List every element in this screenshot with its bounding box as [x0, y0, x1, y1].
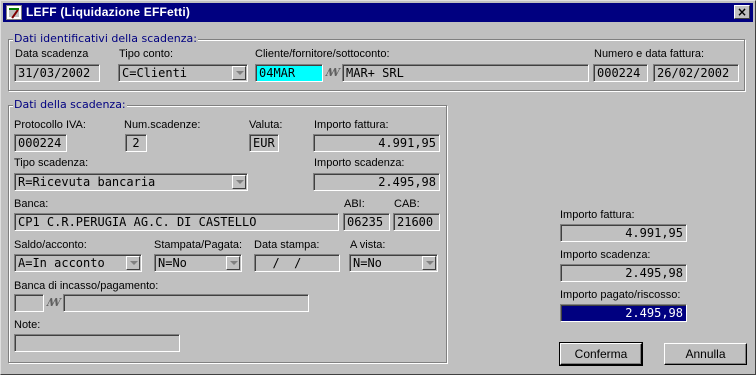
banca-incasso-code-field[interactable] [14, 294, 44, 312]
abi-field[interactable]: 06235 [343, 213, 390, 231]
data-stampa-field[interactable]: / / [254, 254, 340, 272]
banca-label: Banca: [14, 198, 49, 210]
group-identificativi-legend: Dati identificativi della scadenza: [13, 32, 198, 45]
summary-importo-scadenza-label: Importo scadenza: [560, 249, 651, 261]
data-scadenza-label: Data scadenza [15, 48, 89, 60]
window-title: LEFF (Liquidazione EFFetti) [26, 5, 191, 19]
a-vista-value: N=No [353, 256, 382, 270]
note-label: Note: [14, 319, 41, 331]
importo-fattura-label: Importo fattura: [314, 119, 389, 131]
lookup-icon[interactable]: ꟿ [325, 65, 341, 81]
cliente-code-field[interactable]: 04MAR [255, 64, 323, 82]
tipo-conto-value: C=Clienti [122, 66, 188, 80]
saldo-acconto-value: A=In acconto [18, 256, 105, 270]
abi-label: ABI: [344, 198, 365, 210]
saldo-acconto-label: Saldo/acconto: [14, 239, 87, 251]
annulla-button[interactable]: Annulla [664, 343, 747, 365]
conferma-button[interactable]: Conferma [559, 342, 643, 366]
chevron-down-icon[interactable] [126, 256, 140, 270]
close-icon[interactable]: × [734, 5, 750, 19]
importo-fattura-field[interactable]: 4.991,95 [313, 134, 440, 152]
cab-field[interactable]: 21600 [393, 213, 440, 231]
data-scadenza-field[interactable]: 31/03/2002 [14, 64, 100, 82]
title-bar[interactable]: LEFF (Liquidazione EFFetti) × [3, 3, 753, 22]
chevron-down-icon[interactable] [232, 66, 246, 80]
valuta-field[interactable]: EUR [249, 134, 279, 152]
stampata-pagata-select[interactable]: N=No [154, 254, 242, 272]
app-icon [6, 5, 22, 20]
banca-field[interactable]: CP1 C.R.PERUGIA AG.C. DI CASTELLO [14, 213, 339, 231]
chevron-down-icon[interactable] [226, 256, 240, 270]
num-scadenze-field[interactable]: 2 [125, 134, 147, 152]
valuta-label: Valuta: [249, 119, 283, 131]
cab-label: CAB: [394, 198, 420, 210]
summary-importo-scadenza-field: 2.495,98 [560, 264, 687, 282]
saldo-acconto-select[interactable]: A=In acconto [14, 254, 142, 272]
chevron-down-icon[interactable] [422, 256, 436, 270]
a-vista-label: A vista: [350, 239, 386, 251]
importo-scadenza-field[interactable]: 2.495,98 [313, 173, 440, 191]
cliente-label: Cliente/fornitore/sottoconto: [255, 48, 390, 60]
numero-data-fattura-label: Numero e data fattura: [594, 48, 705, 60]
lookup-icon[interactable]: ꟿ [46, 295, 62, 311]
tipo-scadenza-value: R=Ricevuta bancaria [18, 175, 156, 189]
numero-fattura-field[interactable]: 000224 [593, 64, 648, 82]
importo-pagato-label: Importo pagato/riscosso: [560, 289, 681, 301]
summary-importo-fattura-label: Importo fattura: [560, 209, 635, 221]
tipo-scadenza-select[interactable]: R=Ricevuta bancaria [14, 173, 248, 191]
stampata-pagata-value: N=No [158, 256, 187, 270]
stampata-pagata-label: Stampata/Pagata: [154, 239, 243, 251]
importo-pagato-field[interactable]: 2.495,98 [560, 304, 687, 322]
chevron-down-icon[interactable] [232, 175, 246, 189]
summary-importo-fattura-field: 4.991,95 [560, 224, 687, 242]
tipo-conto-select[interactable]: C=Clienti [118, 64, 248, 82]
importo-scadenza-label: Importo scadenza: [314, 157, 405, 169]
group-dati-scadenza-legend: Dati della scadenza: [13, 98, 127, 111]
a-vista-select[interactable]: N=No [349, 254, 438, 272]
tipo-scadenza-label: Tipo scadenza: [14, 157, 89, 169]
note-field[interactable] [14, 334, 180, 352]
protocollo-field[interactable]: 000224 [14, 134, 67, 152]
protocollo-label: Protocollo IVA: [14, 119, 86, 131]
tipo-conto-label: Tipo conto: [119, 48, 174, 60]
num-scadenze-label: Num.scadenze: [124, 119, 201, 131]
dialog-window: LEFF (Liquidazione EFFetti) × Dati ident… [0, 0, 756, 375]
banca-incasso-name-field[interactable] [63, 294, 309, 312]
data-stampa-label: Data stampa: [254, 239, 320, 251]
banca-incasso-label: Banca di incasso/pagamento: [14, 280, 159, 292]
cliente-name-field[interactable]: MAR+ SRL [342, 64, 589, 82]
data-fattura-field[interactable]: 26/02/2002 [653, 64, 739, 82]
